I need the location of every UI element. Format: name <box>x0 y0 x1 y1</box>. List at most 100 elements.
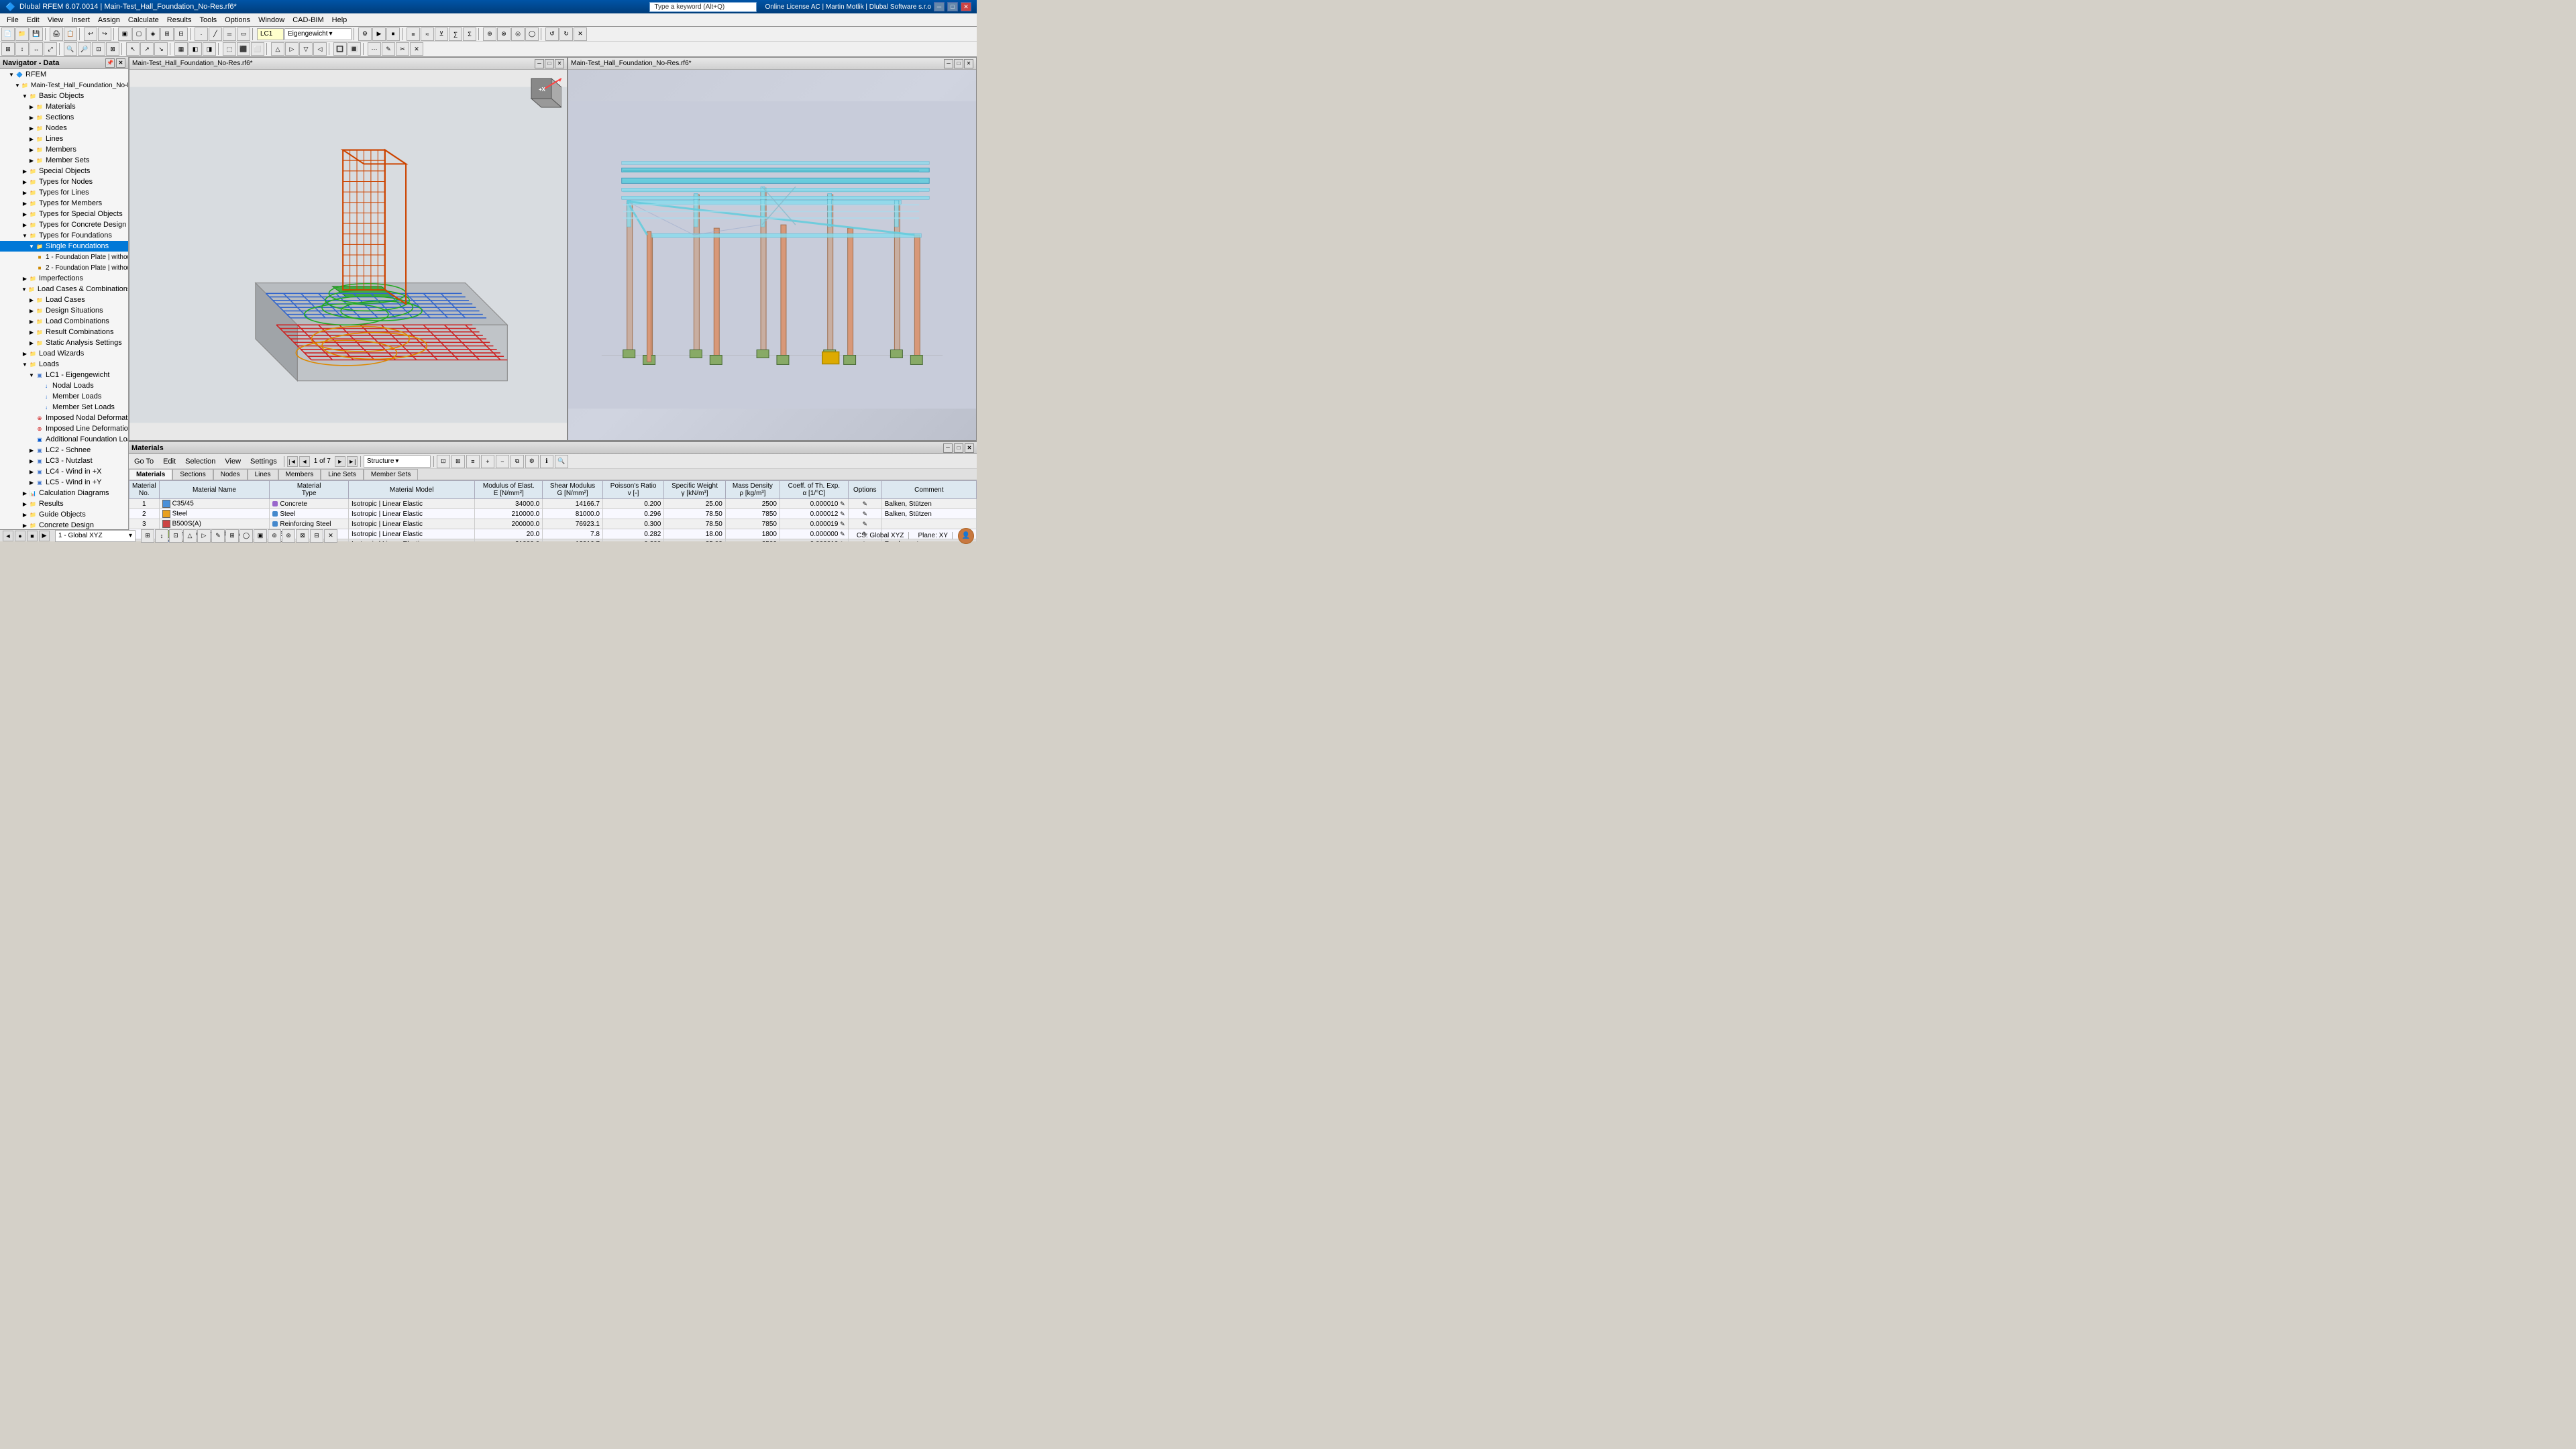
tb2-17[interactable]: ⬜ <box>251 42 264 56</box>
tb-b2[interactable]: ▢ <box>132 28 146 41</box>
nav-item-lc1[interactable]: ▼ ▣ LC1 - Eigengewicht <box>0 370 128 380</box>
vp-right-max[interactable]: □ <box>954 59 963 68</box>
tb-calc2[interactable]: ▶ <box>372 28 386 41</box>
bottom-menu-selection[interactable]: Selection <box>181 457 219 466</box>
table-row[interactable]: 2 Steel Steel Isotropic | Linear Elastic… <box>129 509 977 519</box>
bt-info[interactable]: ℹ <box>540 455 553 468</box>
bt-filter[interactable]: ⊡ <box>437 455 450 468</box>
sb-btn14[interactable]: ✕ <box>324 529 337 543</box>
bottom-menu-edit[interactable]: Edit <box>159 457 180 466</box>
lc-name-dropdown[interactable]: Eigengewicht▾ <box>284 28 352 40</box>
structure-dropdown[interactable]: Structure▾ <box>364 455 431 468</box>
tb2-15[interactable]: ⬚ <box>223 42 236 56</box>
nav-item-results[interactable]: ▶ 📁 Results <box>0 498 128 509</box>
page-first-btn[interactable]: |◄ <box>287 456 298 467</box>
status-btn-2[interactable]: ● <box>15 531 25 541</box>
bottom-menu-settings[interactable]: Settings <box>246 457 281 466</box>
status-btn-3[interactable]: ■ <box>27 531 38 541</box>
vp-left-close[interactable]: ✕ <box>555 59 564 68</box>
status-btn-4[interactable]: ▶ <box>39 531 50 541</box>
nav-item-types-foundations[interactable]: ▼ 📁 Types for Foundations <box>0 230 128 241</box>
nav-item-types-nodes[interactable]: ▶ 📁 Types for Nodes <box>0 176 128 187</box>
tb-calc1[interactable]: ⚙ <box>358 28 372 41</box>
sb-btn13[interactable]: ⊟ <box>310 529 323 543</box>
tb2-19[interactable]: ▷ <box>285 42 299 56</box>
bottom-panel-min[interactable]: ─ <box>943 443 953 453</box>
viewport-left-canvas[interactable]: +X <box>129 70 567 440</box>
nav-item-imperfections[interactable]: ▶ 📁 Imperfections <box>0 273 128 284</box>
bt-sort[interactable]: ⊞ <box>451 455 465 468</box>
tb-surface[interactable]: ▭ <box>237 28 250 41</box>
nav-item-rfem[interactable]: ▼ 🔷 RFEM <box>0 69 128 80</box>
tb-node[interactable]: · <box>195 28 208 41</box>
nav-item-members[interactable]: ▶ 📁 Members <box>0 144 128 155</box>
nav-item-types-members[interactable]: ▶ 📁 Types for Members <box>0 198 128 209</box>
bt-del[interactable]: − <box>496 455 509 468</box>
menu-edit[interactable]: Edit <box>23 15 44 25</box>
tb-save[interactable]: 💾 <box>30 28 43 41</box>
tb2-10[interactable]: ↗ <box>140 42 154 56</box>
menu-window[interactable]: Window <box>254 15 288 25</box>
nav-item-mset-loads[interactable]: ↓ Member Set Loads <box>0 402 128 413</box>
tb-redo2[interactable]: ↻ <box>559 28 573 41</box>
nav-item-lc4[interactable]: ▶ ▣ LC4 - Wind in +X <box>0 466 128 477</box>
bottom-panel-max[interactable]: □ <box>954 443 963 453</box>
vp-right-close[interactable]: ✕ <box>964 59 973 68</box>
tb-v3[interactable]: ◎ <box>511 28 525 41</box>
tb2-25[interactable]: ✎ <box>382 42 395 56</box>
bottom-panel-close[interactable]: ✕ <box>965 443 974 453</box>
tb2-11[interactable]: ↘ <box>154 42 168 56</box>
tab-sections[interactable]: Sections <box>172 469 213 480</box>
tab-members[interactable]: Members <box>278 469 321 480</box>
bt-cols[interactable]: ≡ <box>466 455 480 468</box>
bottom-menu-goto[interactable]: Go To <box>130 457 158 466</box>
nav-item-loads[interactable]: ▼ 📁 Loads <box>0 359 128 370</box>
nav-item-load-combs[interactable]: ▶ 📁 Load Combinations <box>0 316 128 327</box>
lc-label-dropdown[interactable]: LC1 <box>257 28 284 40</box>
tb2-20[interactable]: ▽ <box>299 42 313 56</box>
sb-btn7[interactable]: ⊞ <box>225 529 239 543</box>
sb-btn12[interactable]: ⊠ <box>296 529 309 543</box>
tb-b4[interactable]: ⊞ <box>160 28 174 41</box>
tb2-9[interactable]: ↖ <box>126 42 140 56</box>
nav-item-guide[interactable]: ▶ 📁 Guide Objects <box>0 509 128 520</box>
tb2-16[interactable]: ⬛ <box>237 42 250 56</box>
menu-help[interactable]: Help <box>328 15 352 25</box>
tb-b3[interactable]: ◈ <box>146 28 160 41</box>
menu-cadbim[interactable]: CAD-BIM <box>288 15 327 25</box>
tb-redo[interactable]: ↪ <box>98 28 111 41</box>
vp-left-max[interactable]: □ <box>545 59 554 68</box>
nav-item-additional-foundation[interactable]: ▣ Additional Foundation Loads <box>0 434 128 445</box>
tb-v4[interactable]: ◯ <box>525 28 539 41</box>
tb-v1[interactable]: ⊕ <box>483 28 496 41</box>
options-edit-icon[interactable]: ✎ <box>862 511 867 517</box>
nav-item-imposed-line[interactable]: ⊕ Imposed Line Deformations <box>0 423 128 434</box>
tb2-18[interactable]: △ <box>271 42 284 56</box>
table-row[interactable]: 1 C35/45 Concrete Isotropic | Linear Ela… <box>129 499 977 509</box>
nav-item-types-lines[interactable]: ▶ 📁 Types for Lines <box>0 187 128 198</box>
tb2-21[interactable]: ◁ <box>313 42 327 56</box>
tb2-4[interactable]: ⤢ <box>44 42 57 56</box>
tab-nodes[interactable]: Nodes <box>213 469 248 480</box>
user-avatar[interactable]: 👤 <box>958 528 974 544</box>
sb-btn8[interactable]: ◯ <box>239 529 253 543</box>
status-btn-1[interactable]: ◄ <box>3 531 13 541</box>
sb-btn11[interactable]: ⊛ <box>282 529 295 543</box>
nav-item-single-foundations[interactable]: ▼ 📁 Single Foundations <box>0 241 128 252</box>
tb-r2[interactable]: ≈ <box>421 28 434 41</box>
tb-undo2[interactable]: ↺ <box>545 28 559 41</box>
nav-item-nodes[interactable]: ▶ 📁 Nodes <box>0 123 128 133</box>
nav-item-materials[interactable]: ▶ 📁 Materials <box>0 101 128 112</box>
page-last-btn[interactable]: ►| <box>347 456 358 467</box>
options-edit-icon[interactable]: ✎ <box>862 541 867 543</box>
nav-item-sections[interactable]: ▶ 📁 Sections <box>0 112 128 123</box>
sb-btn1[interactable]: ⊞ <box>141 529 154 543</box>
nav-item-types-concrete[interactable]: ▶ 📁 Types for Concrete Design <box>0 219 128 230</box>
nav-item-result-combs[interactable]: ▶ 📁 Result Combinations <box>0 327 128 337</box>
table-row[interactable]: 3 B500S(A) Reinforcing Steel Isotropic |… <box>129 519 977 529</box>
nav-item-load-wizards[interactable]: ▶ 📁 Load Wizards <box>0 348 128 359</box>
tb2-27[interactable]: ✕ <box>410 42 423 56</box>
menu-assign[interactable]: Assign <box>94 15 124 25</box>
tb-r5[interactable]: Σ <box>463 28 476 41</box>
tb-r3[interactable]: ⊻ <box>435 28 448 41</box>
